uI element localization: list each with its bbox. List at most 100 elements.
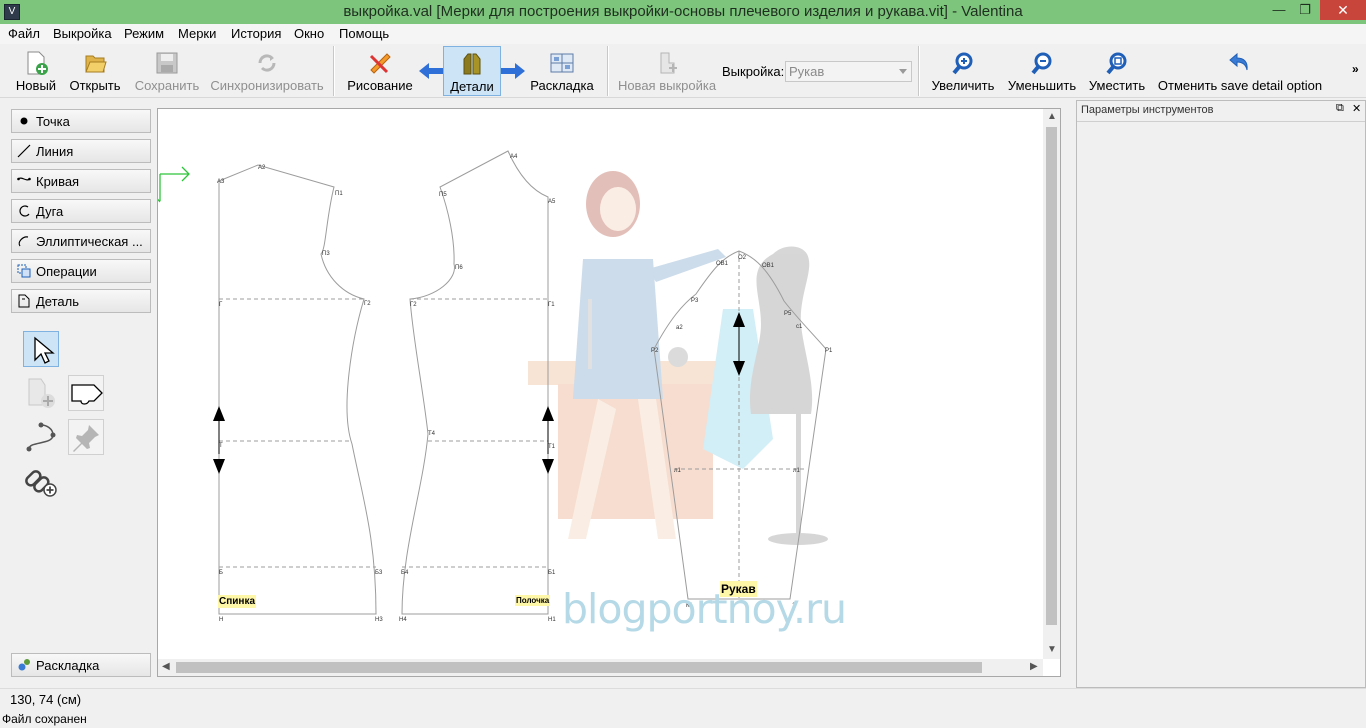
point-label[interactable]: Н3 <box>375 617 383 623</box>
undo-icon <box>1229 52 1248 71</box>
tool-group-arc[interactable]: Дуга <box>11 199 151 223</box>
menu-mode[interactable]: Режим <box>124 26 164 41</box>
point-label[interactable]: О2 <box>738 255 747 261</box>
point-label[interactable]: П3 <box>322 251 330 257</box>
union-details-tool[interactable] <box>68 375 104 411</box>
scroll-up-icon[interactable]: ▲ <box>1047 111 1057 122</box>
point-label[interactable]: П6 <box>455 265 463 271</box>
point-label[interactable]: А2 <box>258 165 266 171</box>
point-label[interactable]: А5 <box>548 199 556 205</box>
menu-measurements[interactable]: Мерки <box>178 26 216 41</box>
point-label[interactable]: Б1 <box>548 570 556 576</box>
save-button[interactable]: Сохранить <box>131 46 203 96</box>
close-button[interactable]: ✕ <box>1320 0 1366 20</box>
detail-back-pattern[interactable] <box>218 164 377 615</box>
menu-pattern[interactable]: Выкройка <box>53 26 112 41</box>
point-label[interactable]: Б3 <box>375 570 383 576</box>
tool-group-operations[interactable]: Операции <box>11 259 151 283</box>
undo-button[interactable]: Отменить save detail option <box>1156 46 1324 96</box>
zoom-in-button[interactable]: Увеличить <box>928 46 998 96</box>
dock-float-button[interactable]: ⧉ <box>1336 102 1344 115</box>
toolbar-separator <box>607 46 609 96</box>
point-label[interactable]: Г2 <box>410 302 417 308</box>
pin-tool[interactable] <box>68 419 104 455</box>
tool-group-layout[interactable]: Раскладка <box>11 653 151 677</box>
point-label[interactable]: Б <box>219 570 223 576</box>
point-label[interactable]: А3 <box>217 179 225 185</box>
detail-label-front[interactable]: Полочка <box>515 595 551 606</box>
pattern-select[interactable]: Рукав <box>785 61 912 82</box>
tool-group-curve[interactable]: Кривая <box>11 169 151 193</box>
open-file-icon <box>85 55 107 73</box>
point-label[interactable]: Т1 <box>548 444 556 450</box>
grainline-back <box>213 406 225 474</box>
point-label[interactable]: Н <box>219 617 223 623</box>
vertical-scroll-thumb[interactable] <box>1046 127 1057 625</box>
point-label[interactable]: Р3 <box>691 298 699 304</box>
menu-file[interactable]: Файл <box>8 26 40 41</box>
new-pattern-button[interactable]: Новая выкройка <box>616 46 718 96</box>
toolbar-overflow-button[interactable]: » <box>1352 62 1359 76</box>
point-label[interactable]: Р5 <box>784 311 792 317</box>
minimize-button[interactable]: — <box>1268 0 1290 20</box>
sync-button[interactable]: Синхронизировать <box>209 46 325 96</box>
select-pointer-tool[interactable] <box>23 331 59 367</box>
path-tool[interactable] <box>23 419 59 455</box>
details-mode-button[interactable]: Детали <box>443 46 501 96</box>
menu-help[interactable]: Помощь <box>339 26 389 41</box>
point-label[interactable]: а2 <box>676 325 683 331</box>
tool-group-elliptical-arc[interactable]: Эллиптическая ... <box>11 229 151 253</box>
save-icon <box>156 52 178 74</box>
point-label[interactable]: Р2 <box>651 348 659 354</box>
detail-label-back[interactable]: Спинка <box>218 595 257 608</box>
menu-window[interactable]: Окно <box>294 26 324 41</box>
fit-button[interactable]: Уместить <box>1086 46 1148 96</box>
point-label[interactable]: П1 <box>335 191 343 197</box>
zoom-out-icon <box>1031 52 1052 75</box>
new-button[interactable]: Новый <box>12 46 60 96</box>
horizontal-scroll-thumb[interactable] <box>176 662 982 673</box>
point-label[interactable]: л1 <box>793 468 801 474</box>
zoom-out-button[interactable]: Уменьшить <box>1005 46 1079 96</box>
window-title: выкройка.val [Мерки для построения выкро… <box>343 3 1023 20</box>
point-label[interactable]: Р1 <box>825 348 833 354</box>
point-label[interactable]: ОВ1 <box>716 261 729 267</box>
curve-icon <box>17 177 31 181</box>
open-button[interactable]: Открыть <box>66 46 124 96</box>
point-label[interactable]: Б4 <box>401 570 409 576</box>
point-label[interactable]: с1 <box>796 324 803 330</box>
scroll-left-icon[interactable]: ◀ <box>162 661 170 672</box>
point-label[interactable]: Г2 <box>364 301 371 307</box>
detail-front-pattern[interactable] <box>401 150 549 615</box>
draw-mode-button[interactable]: Рисование <box>345 46 415 96</box>
new-pattern-icon <box>660 52 677 74</box>
insert-node-tool[interactable] <box>23 463 59 499</box>
drawing-canvas[interactable]: А3 А2 П1 П3 Г Г2 Т Б Б3 Н Н3 А4 П5 А5 П6… <box>157 108 1061 677</box>
arrow-right-icon <box>501 63 525 79</box>
point-label[interactable]: Т4 <box>428 431 436 437</box>
point-label[interactable]: Г1 <box>548 302 555 308</box>
scroll-down-icon[interactable]: ▼ <box>1047 644 1057 655</box>
point-label[interactable]: л1 <box>674 468 682 474</box>
menu-history[interactable]: История <box>231 26 281 41</box>
valentina-window: V выкройка.val [Мерки для построения вык… <box>0 0 1366 728</box>
tool-group-line[interactable]: Линия <box>11 139 151 163</box>
layout-mode-button[interactable]: Раскладка <box>529 46 595 96</box>
point-label[interactable]: П5 <box>439 192 447 198</box>
point-label[interactable]: Т <box>219 443 223 449</box>
scroll-right-icon[interactable]: ▶ <box>1030 661 1038 672</box>
maximize-button[interactable]: ❐ <box>1294 0 1316 20</box>
vertical-scrollbar[interactable]: ▲ ▼ <box>1043 109 1060 659</box>
tool-group-detail[interactable]: Деталь <box>11 289 151 313</box>
dock-close-button[interactable]: ✕ <box>1352 102 1361 115</box>
point-label[interactable]: Г <box>219 302 223 308</box>
point-label[interactable]: Н4 <box>399 617 407 623</box>
point-label[interactable]: ОВ1 <box>762 263 775 269</box>
horizontal-scrollbar[interactable]: ◀ ▶ <box>158 659 1043 676</box>
point-icon <box>20 117 28 125</box>
point-label[interactable]: А4 <box>510 154 518 160</box>
tool-group-point[interactable]: Точка <box>11 109 151 133</box>
seam-allowance-tool[interactable] <box>23 375 59 411</box>
pattern-drawing[interactable]: А3 А2 П1 П3 Г Г2 Т Б Б3 Н Н3 А4 П5 А5 П6… <box>158 109 1043 659</box>
point-label[interactable]: Н1 <box>548 617 556 623</box>
